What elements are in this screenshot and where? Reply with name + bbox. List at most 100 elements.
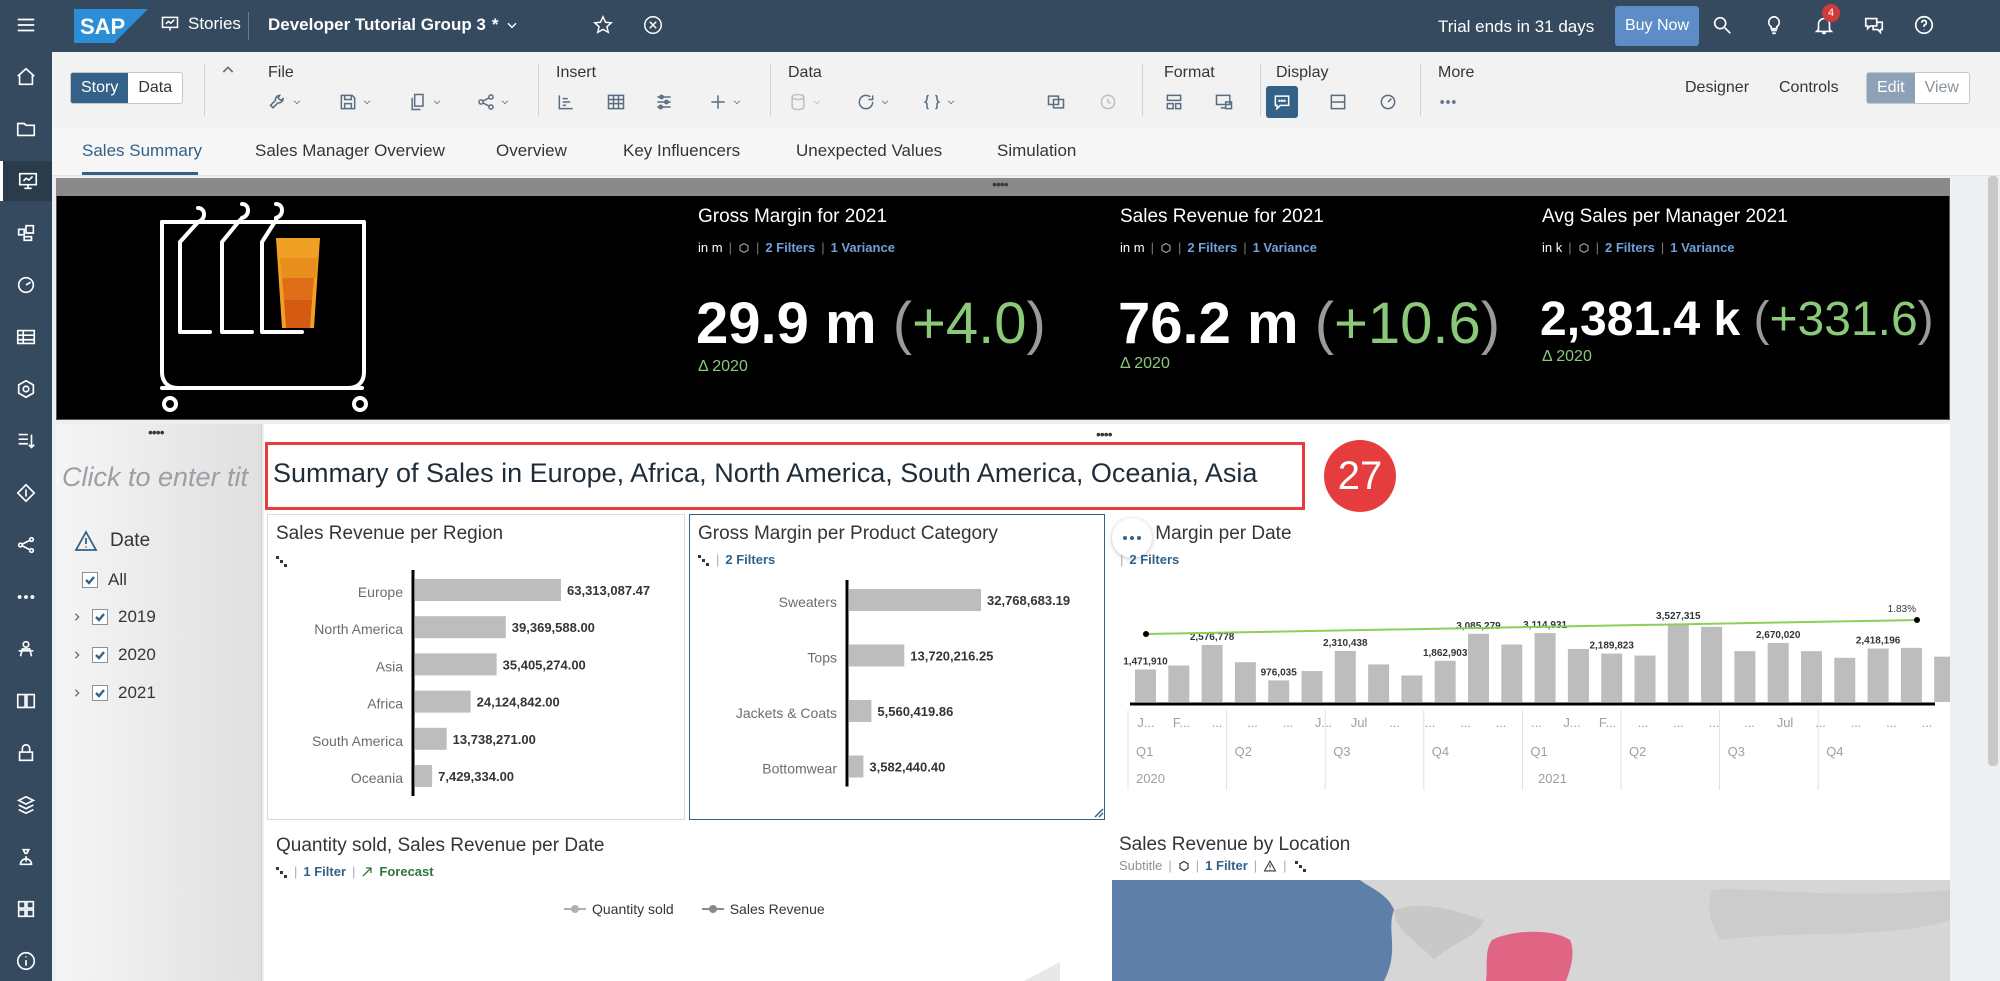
x-tick-label: ... [1531, 715, 1542, 730]
history-button[interactable] [1098, 89, 1118, 115]
controls-button[interactable]: Controls [1779, 79, 1839, 97]
formula-menu[interactable] [922, 89, 956, 115]
tab-sales-summary[interactable]: Sales Summary [82, 141, 202, 161]
collapse-toolbar-icon[interactable] [220, 62, 236, 83]
filters-link[interactable]: 1 Filter [1205, 858, 1248, 873]
more-options-button[interactable] [1438, 89, 1458, 115]
lightbulb-icon[interactable] [1763, 14, 1787, 38]
tab-overview[interactable]: Overview [496, 141, 567, 161]
buy-now-button[interactable]: Buy Now [1615, 6, 1699, 46]
filters-link[interactable]: 2 Filters [725, 552, 775, 567]
x-tick-label: ... [1638, 715, 1649, 730]
device-preview-button[interactable] [1214, 89, 1234, 115]
deployment-cubes-icon[interactable] [0, 785, 52, 825]
bar [415, 690, 471, 713]
close-story-icon[interactable] [642, 14, 664, 41]
tab-sales-manager-overview[interactable]: Sales Manager Overview [255, 141, 445, 161]
tab-key-influencers[interactable]: Key Influencers [623, 141, 740, 161]
modeler-icon[interactable] [0, 369, 52, 409]
kpi-variance-link[interactable]: 1 Variance [1253, 240, 1317, 255]
favorite-star-icon[interactable] [592, 14, 614, 41]
view-mode-button[interactable]: View [1914, 73, 1969, 103]
expand-chevron-icon[interactable] [72, 650, 82, 660]
edit-mode-button[interactable]: Edit [1867, 73, 1915, 103]
checkbox[interactable] [92, 647, 108, 663]
kpi-variance-link[interactable]: 1 Variance [831, 240, 895, 255]
share-network-icon[interactable] [0, 525, 52, 565]
save-menu[interactable] [338, 89, 372, 115]
main-area-grip[interactable]: •••• [1096, 426, 1113, 442]
stories-nav[interactable]: Stories [160, 14, 241, 34]
security-lock-icon[interactable] [0, 733, 52, 773]
data-management-icon[interactable] [0, 421, 52, 461]
kpi-filters-link[interactable]: 2 Filters [1187, 240, 1237, 255]
filter-all-option[interactable]: All [82, 570, 127, 590]
format-styling-button[interactable] [1164, 89, 1184, 115]
data-mode-button[interactable]: Data [128, 73, 182, 103]
filter-title-placeholder[interactable]: Click to enter tit [62, 462, 260, 493]
sap-logo-icon[interactable]: SAP [74, 9, 148, 43]
robot-assistant-icon[interactable] [0, 629, 52, 669]
comment-mode-button[interactable] [1266, 86, 1298, 118]
refresh-menu[interactable] [856, 89, 890, 115]
connections-icon[interactable] [0, 473, 52, 513]
legend-item[interactable]: Quantity sold [564, 901, 674, 917]
help-icon[interactable] [1913, 14, 1937, 38]
hamburger-menu-icon[interactable] [0, 5, 52, 45]
grid-view-button[interactable] [1328, 89, 1348, 115]
kpi-filters-link[interactable]: 2 Filters [765, 240, 815, 255]
datasets-icon[interactable] [0, 317, 52, 357]
x-tick-label: ... [1851, 715, 1862, 730]
kpi-variance-link[interactable]: 1 Variance [1670, 240, 1734, 255]
kpi-filters-link[interactable]: 2 Filters [1605, 240, 1655, 255]
digital-boardroom-icon[interactable] [0, 265, 52, 305]
more-apps-icon[interactable] [0, 577, 52, 617]
filter-panel-grip[interactable]: •••• [148, 424, 165, 440]
insert-table-button[interactable] [606, 89, 626, 115]
shell-bar: SAP Stories Developer Tutorial Group 3 *… [52, 0, 2000, 52]
bar [1201, 645, 1223, 702]
vertical-scrollbar[interactable] [1988, 176, 1998, 766]
insert-input-control-button[interactable] [654, 89, 674, 115]
location-map[interactable] [1112, 880, 1950, 981]
bar [1900, 647, 1922, 702]
filter-year-2020[interactable]: 2020 [72, 645, 156, 665]
share-menu[interactable] [476, 89, 510, 115]
checkbox[interactable] [82, 572, 98, 588]
expand-chevron-icon[interactable] [72, 612, 82, 622]
header-grip-dots[interactable]: •••• [992, 176, 1009, 192]
system-overview-icon[interactable] [0, 889, 52, 929]
filter-year-2021[interactable]: 2021 [72, 683, 156, 703]
insert-add-menu[interactable] [708, 89, 742, 115]
linked-analysis-button[interactable] [1046, 89, 1066, 115]
filters-link[interactable]: 1 Filter [303, 864, 346, 879]
bar [1634, 655, 1656, 702]
tools-menu[interactable] [268, 89, 302, 115]
copy-menu[interactable] [408, 89, 442, 115]
legend-item[interactable]: Sales Revenue [701, 901, 825, 917]
story-title-menu[interactable]: Developer Tutorial Group 3 * [268, 15, 519, 35]
checkbox[interactable] [92, 609, 108, 625]
analytic-application-icon[interactable] [0, 213, 52, 253]
performance-button[interactable] [1378, 89, 1398, 115]
story-mode-button[interactable]: Story [71, 73, 129, 103]
checkbox[interactable] [92, 685, 108, 701]
discussions-icon[interactable] [1863, 14, 1887, 38]
planning-money-bag-icon[interactable] [0, 837, 52, 877]
home-icon[interactable] [0, 57, 52, 97]
filters-link[interactable]: 2 Filters [1129, 552, 1179, 567]
data-source-menu[interactable] [788, 89, 822, 115]
info-icon[interactable] [0, 941, 52, 981]
search-icon[interactable] [1711, 14, 1735, 38]
expand-chevron-icon[interactable] [72, 688, 82, 698]
resize-handle-icon[interactable] [1094, 808, 1104, 818]
folder-icon[interactable] [0, 109, 52, 149]
stories-icon[interactable] [0, 161, 52, 201]
tab-unexpected-values[interactable]: Unexpected Values [796, 141, 942, 161]
catalog-book-icon[interactable] [0, 681, 52, 721]
tab-simulation[interactable]: Simulation [997, 141, 1076, 161]
designer-button[interactable]: Designer [1685, 79, 1749, 97]
forecast-link[interactable]: Forecast [379, 864, 433, 879]
filter-year-2019[interactable]: 2019 [72, 607, 156, 627]
insert-chart-button[interactable] [556, 89, 576, 115]
